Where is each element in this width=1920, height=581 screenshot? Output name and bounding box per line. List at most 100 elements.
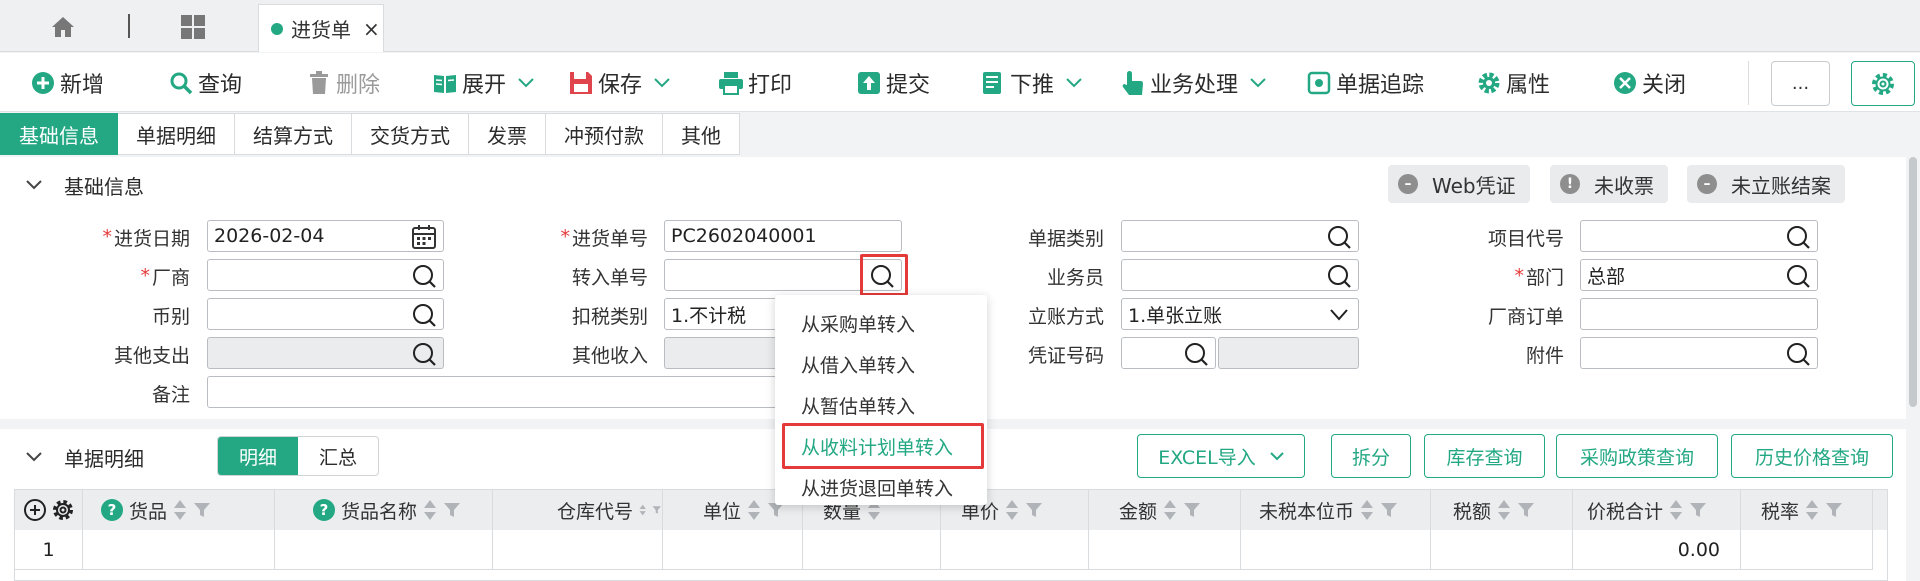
salesperson-field[interactable]: [1121, 259, 1359, 291]
cell-price[interactable]: [941, 530, 1089, 570]
currency-field[interactable]: [207, 298, 444, 330]
tab-purchase-receipt[interactable]: 进货单 ×: [258, 4, 384, 52]
expand-button[interactable]: 展开: [432, 65, 534, 101]
purchase-no-field[interactable]: PC2602040001: [664, 220, 902, 252]
search-icon[interactable]: [1785, 263, 1811, 289]
search-icon[interactable]: [1326, 224, 1352, 250]
menu-item-from-purchase-order[interactable]: 从采购单转入: [775, 303, 987, 343]
purchase-date-field[interactable]: 2026-02-04: [207, 220, 444, 252]
trace-button[interactable]: 单据追踪: [1306, 65, 1424, 101]
properties-button[interactable]: 属性: [1476, 65, 1550, 101]
vendor-order-field[interactable]: [1580, 298, 1818, 330]
col-item-name-header[interactable]: ? 货品名称: [275, 490, 493, 530]
voucher-no-field[interactable]: [1121, 337, 1216, 369]
sort-icon[interactable]: [1360, 499, 1374, 521]
stock-query-button[interactable]: 库存查询: [1424, 434, 1545, 478]
search-icon[interactable]: [411, 302, 437, 328]
filter-icon[interactable]: [193, 502, 211, 518]
basic-info-header[interactable]: 基础信息: [0, 165, 144, 205]
col-warehouse-header[interactable]: 仓库代号: [493, 490, 663, 530]
filter-icon[interactable]: [443, 502, 461, 518]
cell-warehouse[interactable]: [493, 530, 663, 570]
calendar-icon[interactable]: [411, 224, 437, 250]
business-process-button[interactable]: 业务处理: [1120, 65, 1266, 101]
add-button[interactable]: 新增: [30, 65, 104, 101]
print-button[interactable]: 打印: [718, 65, 792, 101]
query-button[interactable]: 查询: [168, 65, 242, 101]
other-expense-field[interactable]: [207, 337, 444, 369]
sort-icon[interactable]: [1163, 499, 1177, 521]
history-price-button[interactable]: 历史价格查询: [1731, 434, 1893, 478]
more-button[interactable]: ...: [1771, 61, 1830, 106]
sort-icon[interactable]: [1805, 499, 1819, 521]
filter-icon[interactable]: [652, 502, 662, 518]
sort-icon[interactable]: [639, 499, 646, 521]
cell-tax-rate[interactable]: [1741, 530, 1873, 570]
search-icon[interactable]: [411, 263, 437, 289]
project-code-field[interactable]: [1580, 220, 1818, 252]
cell-tax[interactable]: [1431, 530, 1573, 570]
grid-icon[interactable]: [178, 12, 208, 42]
tab-delivery[interactable]: 交货方式: [352, 113, 469, 155]
col-pretax-header[interactable]: 未税本位币: [1241, 490, 1431, 530]
menu-item-from-borrow[interactable]: 从借入单转入: [775, 344, 987, 384]
filter-icon[interactable]: [1825, 502, 1843, 518]
tab-invoice[interactable]: 发票: [469, 113, 546, 155]
delete-button[interactable]: 删除: [306, 65, 380, 101]
col-total-header[interactable]: 价税合计: [1573, 490, 1741, 530]
col-tax-header[interactable]: 税额: [1431, 490, 1573, 530]
col-amount-header[interactable]: 金额: [1089, 490, 1241, 530]
sort-icon[interactable]: [1669, 499, 1683, 521]
column-settings-icon[interactable]: [51, 498, 75, 522]
sort-icon[interactable]: [423, 499, 437, 521]
cell-item[interactable]: [83, 530, 275, 570]
menu-item-from-estimate[interactable]: 从暂估单转入: [775, 385, 987, 425]
settings-button[interactable]: [1851, 61, 1915, 106]
department-field[interactable]: 总部: [1580, 259, 1818, 291]
summary-view-button[interactable]: 汇总: [298, 437, 378, 475]
policy-query-button[interactable]: 采购政策查询: [1556, 434, 1718, 478]
filter-icon[interactable]: [1183, 502, 1201, 518]
sort-icon[interactable]: [1497, 499, 1511, 521]
excel-import-button[interactable]: EXCEL导入: [1137, 434, 1305, 478]
cell-unit[interactable]: [663, 530, 803, 570]
submit-button[interactable]: 提交: [856, 65, 930, 101]
doc-type-field[interactable]: [1121, 220, 1359, 252]
tab-prepayment[interactable]: 冲预付款: [546, 113, 663, 155]
search-icon[interactable]: [1183, 341, 1209, 367]
search-icon[interactable]: [1785, 341, 1811, 367]
filter-icon[interactable]: [1025, 502, 1043, 518]
filter-icon[interactable]: [1689, 502, 1707, 518]
cell-amount[interactable]: [1089, 530, 1241, 570]
account-mode-select[interactable]: 1.单张立账: [1121, 298, 1359, 330]
push-down-button[interactable]: 下推: [980, 65, 1082, 101]
filter-icon[interactable]: [1380, 502, 1398, 518]
tab-doc-detail[interactable]: 单据明细: [118, 113, 235, 155]
tab-other[interactable]: 其他: [663, 113, 740, 155]
vertical-scrollbar[interactable]: [1906, 157, 1920, 581]
search-icon[interactable]: [1326, 263, 1352, 289]
filter-icon[interactable]: [1517, 502, 1535, 518]
search-icon[interactable]: [411, 341, 437, 367]
vendor-field[interactable]: [207, 259, 444, 291]
split-button[interactable]: 拆分: [1331, 434, 1411, 478]
cell-pretax[interactable]: [1241, 530, 1431, 570]
tab-basic-info[interactable]: 基础信息: [0, 113, 118, 155]
cell-quantity[interactable]: [803, 530, 941, 570]
tab-settlement[interactable]: 结算方式: [235, 113, 352, 155]
save-button[interactable]: 保存: [568, 65, 670, 101]
home-icon[interactable]: [48, 12, 78, 42]
cell-total[interactable]: 0.00: [1573, 530, 1741, 570]
close-button[interactable]: 关闭: [1612, 65, 1686, 101]
col-tax-rate-header[interactable]: 税率: [1741, 490, 1873, 530]
sort-icon[interactable]: [173, 499, 187, 521]
sort-icon[interactable]: [1005, 499, 1019, 521]
add-row-icon[interactable]: [23, 498, 47, 522]
search-icon[interactable]: [1785, 224, 1811, 250]
cell-item-name[interactable]: [275, 530, 493, 570]
col-item-header[interactable]: ? 货品: [83, 490, 275, 530]
menu-item-from-purchase-return[interactable]: 从进货退回单转入: [775, 467, 987, 507]
attachment-field[interactable]: [1580, 337, 1818, 369]
close-tab-icon[interactable]: ×: [363, 17, 380, 41]
scrollbar-thumb[interactable]: [1909, 157, 1917, 407]
